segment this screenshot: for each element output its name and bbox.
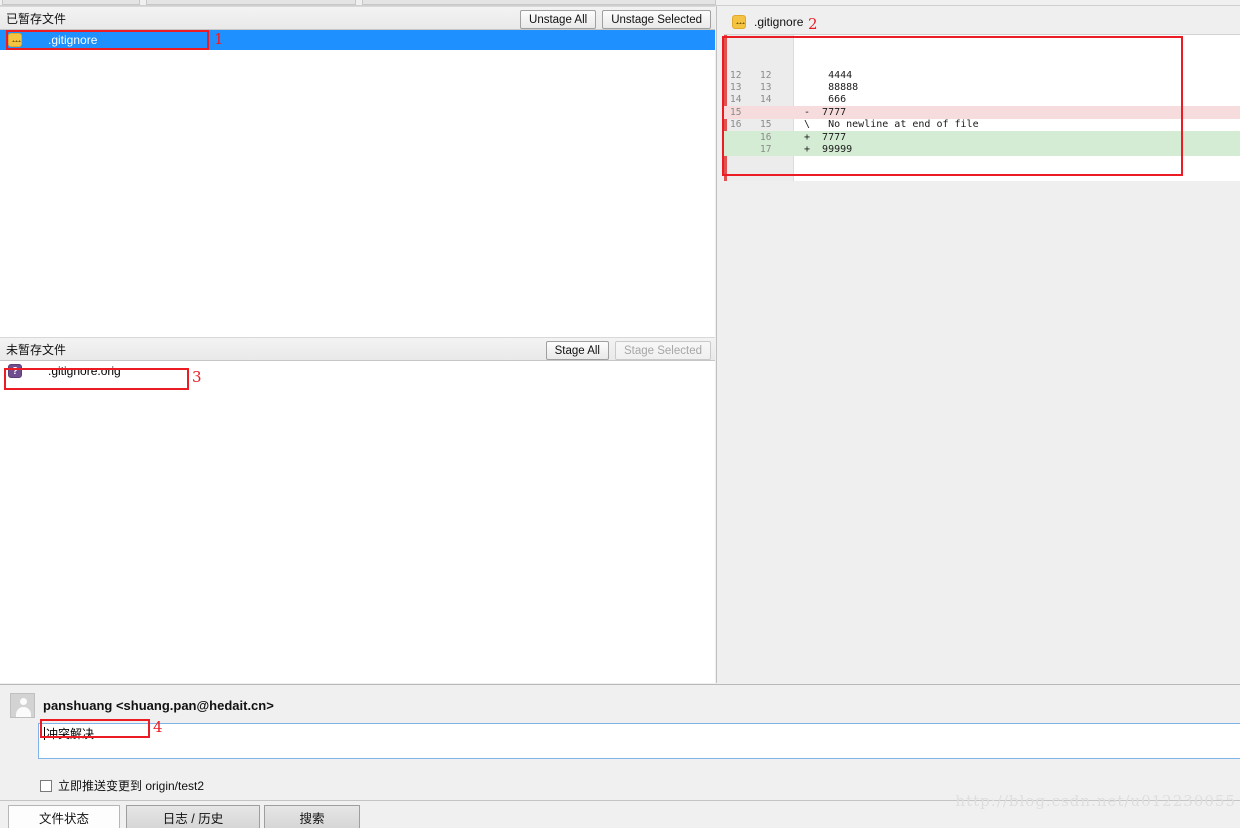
push-changes-row[interactable]: 立即推送变更到 origin/test2 [40, 777, 204, 794]
tab-log-history[interactable]: 日志 / 历史 [126, 805, 260, 828]
commit-author-line: panshuang <shuang.pan@hedait.cn> [10, 693, 274, 718]
toolbar-ghost-button-group-left [2, 0, 140, 5]
diff-line-text: \ No newline at end of file [804, 119, 979, 131]
commit-author-label: panshuang <shuang.pan@hedait.cn> [43, 698, 274, 713]
diff-old-line-number: 12 [730, 69, 742, 81]
diff-new-line-number: 14 [760, 94, 772, 106]
toolbar-ghost-button-group-mid [146, 0, 356, 5]
avatar [10, 693, 35, 718]
diff-line-text: - 7777 [804, 106, 847, 118]
commit-message-input[interactable]: 冲突解决 [38, 723, 1240, 759]
diff-line-text: 4444 [804, 69, 853, 81]
tab-log-history-label: 日志 / 历史 [162, 811, 224, 826]
staged-header-buttons: Unstage All Unstage Selected [520, 10, 711, 29]
diff-row[interactable]: 12 12 4444 [724, 69, 1240, 81]
staged-files-header: 已暂存文件 Unstage All Unstage Selected [0, 6, 715, 30]
diff-line-text: 666 [804, 94, 847, 106]
tab-search[interactable]: 搜索 [264, 805, 360, 828]
diff-content-area[interactable]: 12 12 4444 13 13 88888 14 14 666 15 - 77… [724, 34, 1240, 181]
annotation-number-4: 4 [153, 718, 163, 736]
git-client-window: 已暂存文件 Unstage All Unstage Selected .giti… [0, 0, 1240, 828]
file-status-panel: 已暂存文件 Unstage All Unstage Selected .giti… [0, 6, 715, 683]
modified-file-icon [732, 15, 746, 29]
diff-row-added[interactable]: 17 + 99999 [724, 143, 1240, 156]
push-changes-checkbox[interactable] [40, 779, 52, 792]
staged-file-name: .gitignore [48, 33, 98, 47]
unstaged-files-title: 未暂存文件 [6, 343, 67, 357]
staged-file-row[interactable]: .gitignore [0, 30, 715, 50]
tab-file-status[interactable]: 文件状态 [8, 805, 120, 828]
annotation-number-2: 2 [808, 15, 818, 33]
diff-file-header: .gitignore [717, 11, 803, 33]
diff-old-line-number: 16 [730, 119, 742, 131]
diff-new-line-number: 12 [760, 69, 772, 81]
annotation-number-3: 3 [192, 368, 202, 386]
diff-file-name: .gitignore [754, 15, 804, 29]
bottom-tab-bar: 文件状态 日志 / 历史 搜索 http://blog.csdn.net/u01… [0, 792, 1240, 828]
diff-new-line-number: 16 [760, 131, 772, 143]
diff-new-line-number: 13 [760, 82, 772, 94]
staged-file-list[interactable]: .gitignore [0, 30, 715, 337]
diff-old-line-number: 13 [730, 82, 742, 94]
unstage-selected-button[interactable]: Unstage Selected [602, 10, 711, 29]
diff-row-list: 12 12 4444 13 13 88888 14 14 666 15 - 77… [724, 69, 1240, 156]
commit-message-text: 冲突解决 [44, 727, 94, 742]
diff-row-deleted[interactable]: 15 - 7777 [724, 106, 1240, 119]
unstaged-files-header: 未暂存文件 Stage All Stage Selected [0, 337, 715, 361]
diff-new-line-number: 15 [760, 119, 772, 131]
diff-panel: .gitignore 12 12 4444 13 13 88888 14 14 … [716, 6, 1240, 683]
toolbar-ghost-button-group-right [362, 0, 716, 5]
diff-line-text: 88888 [804, 82, 859, 94]
diff-new-line-number: 17 [760, 144, 772, 156]
stage-selected-button: Stage Selected [614, 341, 711, 360]
diff-row-added[interactable]: 16 + 7777 [724, 130, 1240, 144]
push-changes-label: 立即推送变更到 origin/test2 [58, 779, 205, 793]
unstaged-header-buttons: Stage All Stage Selected [545, 341, 711, 360]
commit-area: panshuang <shuang.pan@hedait.cn> 冲突解决 立即… [0, 684, 1240, 800]
modified-file-icon [8, 33, 22, 47]
diff-line-text: + 99999 [804, 144, 853, 156]
tab-file-status-label: 文件状态 [38, 811, 89, 826]
watermark-text: http://blog.csdn.net/u012230055 [955, 792, 1236, 810]
unstaged-file-name: .gitignore.orig [48, 364, 121, 378]
unstaged-file-list[interactable]: ? .gitignore.orig [0, 361, 715, 661]
diff-old-line-number: 15 [730, 106, 742, 118]
untracked-file-icon: ? [8, 364, 22, 378]
unstaged-file-row[interactable]: ? .gitignore.orig [0, 361, 715, 381]
tab-search-label: 搜索 [299, 811, 325, 826]
diff-row-no-newline[interactable]: 16 15 \ No newline at end of file [724, 119, 1240, 131]
diff-old-line-number: 14 [730, 94, 742, 106]
commit-message-value: 冲突解决 [46, 727, 95, 741]
text-caret [44, 727, 45, 740]
annotation-number-1: 1 [214, 30, 224, 48]
diff-row[interactable]: 14 14 666 [724, 94, 1240, 106]
diff-line-text: + 7777 [804, 131, 847, 143]
stage-all-button[interactable]: Stage All [545, 341, 609, 360]
diff-row[interactable]: 13 13 88888 [724, 81, 1240, 93]
unstage-all-button[interactable]: Unstage All [520, 10, 597, 29]
staged-files-title: 已暂存文件 [6, 12, 67, 26]
